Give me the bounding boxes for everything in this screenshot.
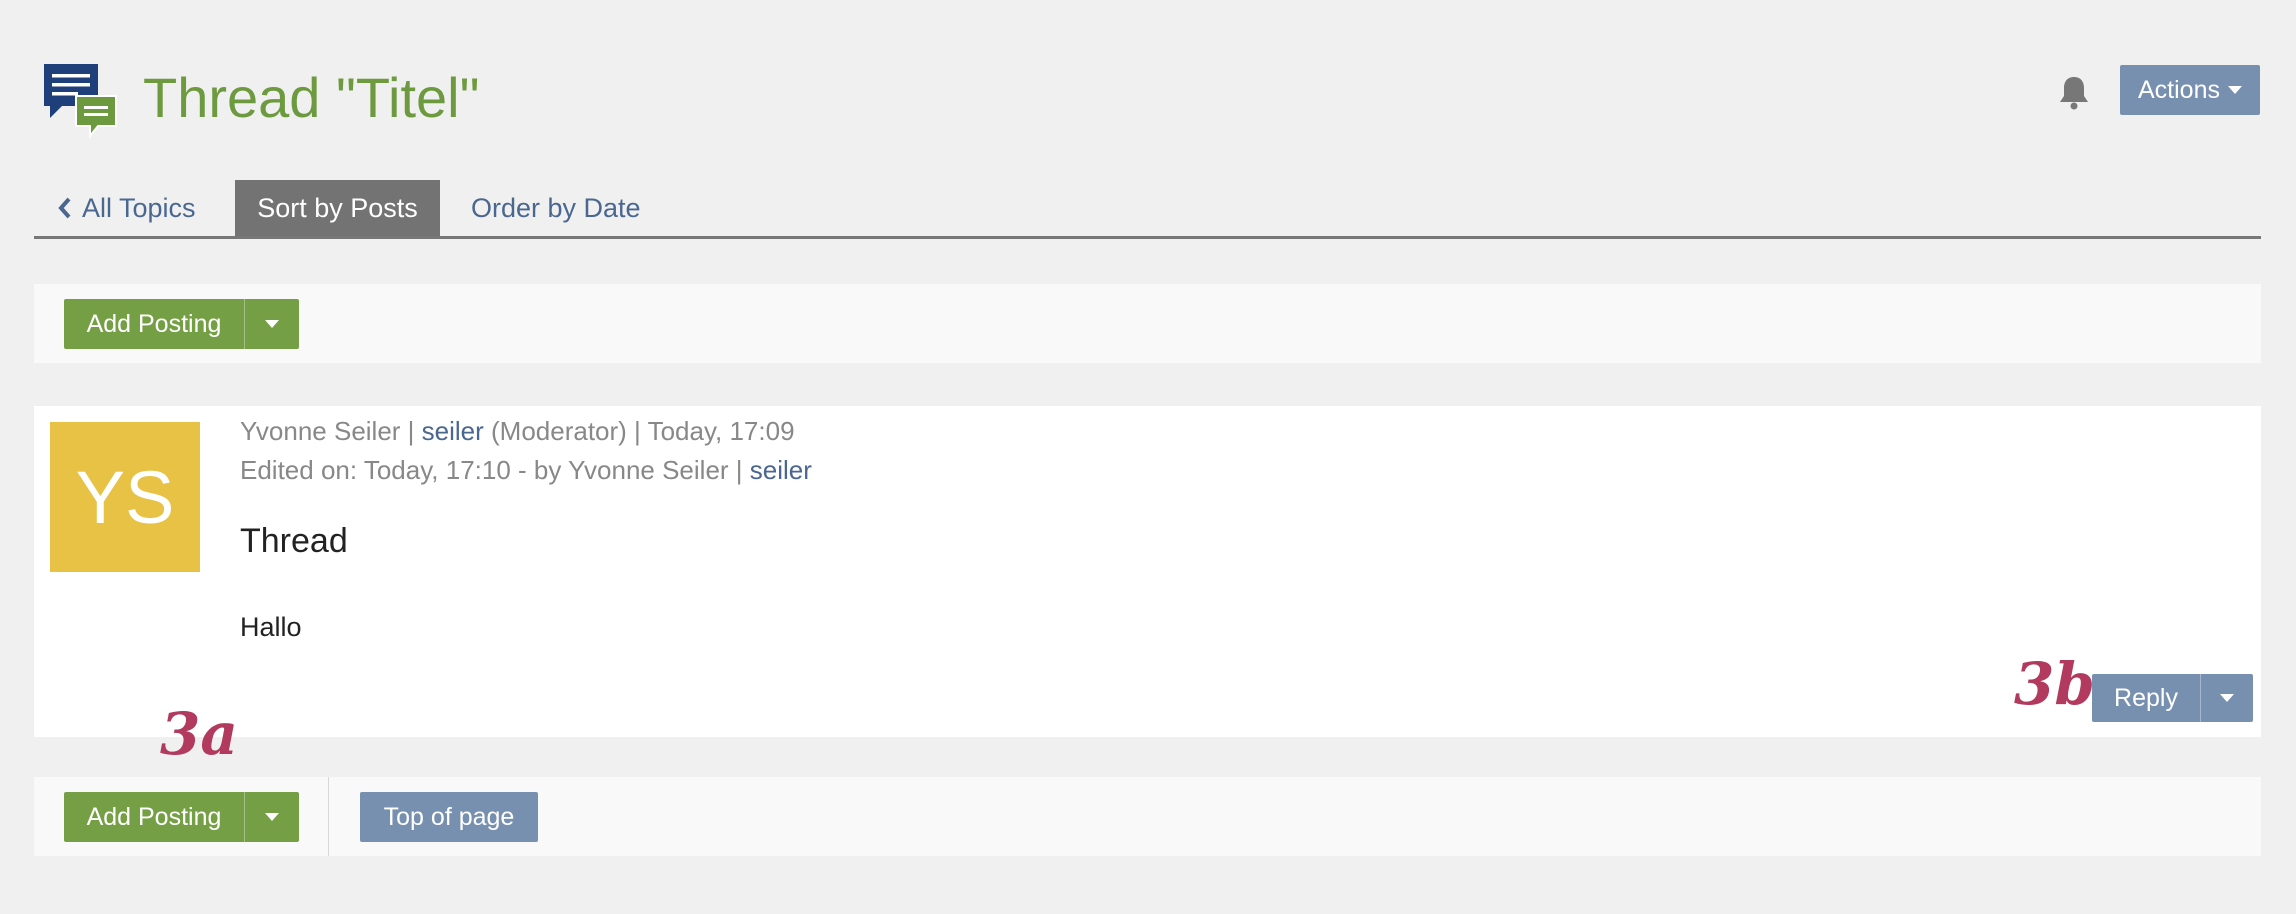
author-login-link[interactable]: seiler — [422, 416, 484, 446]
add-posting-button[interactable]: Add Posting — [64, 299, 299, 349]
add-posting-label: Add Posting — [86, 802, 222, 831]
chevron-down-icon — [2227, 86, 2242, 94]
tab-all-topics[interactable]: All Topics — [58, 180, 196, 236]
post-edited-meta: Edited on: Today, 17:10 - by Yvonne Seil… — [240, 455, 812, 486]
chevron-left-icon — [58, 197, 71, 219]
chevron-down-icon — [265, 320, 279, 328]
add-posting-button-bottom[interactable]: Add Posting — [64, 792, 299, 842]
post-meta: Yvonne Seiler | seiler (Moderator) | Tod… — [240, 416, 795, 447]
tab-order-by-date-label: Order by Date — [471, 192, 641, 223]
add-posting-dropdown[interactable] — [244, 792, 299, 842]
notification-bell-icon[interactable] — [2058, 74, 2090, 110]
author-role-date: (Moderator) | Today, 17:09 — [483, 416, 795, 446]
author-name: Yvonne Seiler — [240, 416, 401, 446]
avatar[interactable]: YS — [50, 422, 200, 572]
forum-chat-icon — [42, 62, 118, 139]
edited-text: Edited on: Today, 17:10 - by Yvonne Seil… — [240, 455, 750, 485]
add-posting-label: Add Posting — [86, 309, 222, 338]
reply-dropdown[interactable] — [2200, 674, 2253, 722]
tab-sort-by-posts-label: Sort by Posts — [257, 192, 418, 223]
chevron-down-icon — [2220, 694, 2234, 702]
top-toolbar: Add Posting — [34, 284, 2261, 363]
actions-button[interactable]: Actions — [2120, 65, 2260, 115]
add-posting-dropdown[interactable] — [244, 299, 299, 349]
chevron-down-icon — [265, 813, 279, 821]
page-title: Thread "Titel" — [143, 66, 480, 129]
tab-order-by-date[interactable]: Order by Date — [471, 180, 641, 236]
post-card: YS Yvonne Seiler | seiler (Moderator) | … — [34, 406, 2261, 737]
post-title: Thread — [240, 522, 348, 560]
bottom-toolbar: Add Posting Top of page — [34, 777, 2261, 856]
tab-all-topics-label: All Topics — [82, 192, 196, 223]
reply-label: Reply — [2114, 683, 2178, 712]
toolbar-divider — [328, 777, 329, 856]
meta-separator: | — [400, 416, 422, 446]
post-body: Hallo — [240, 612, 302, 642]
actions-label: Actions — [2138, 75, 2220, 104]
annotation-3b: 3b — [2014, 650, 2095, 718]
edited-login-link[interactable]: seiler — [750, 455, 812, 485]
top-of-page-button[interactable]: Top of page — [360, 792, 538, 842]
tab-sort-by-posts[interactable]: Sort by Posts — [235, 180, 440, 236]
reply-button[interactable]: Reply — [2092, 674, 2253, 722]
annotation-3a: 3a — [160, 700, 238, 768]
tab-bar: All Topics Sort by Posts Order by Date — [34, 180, 2261, 239]
